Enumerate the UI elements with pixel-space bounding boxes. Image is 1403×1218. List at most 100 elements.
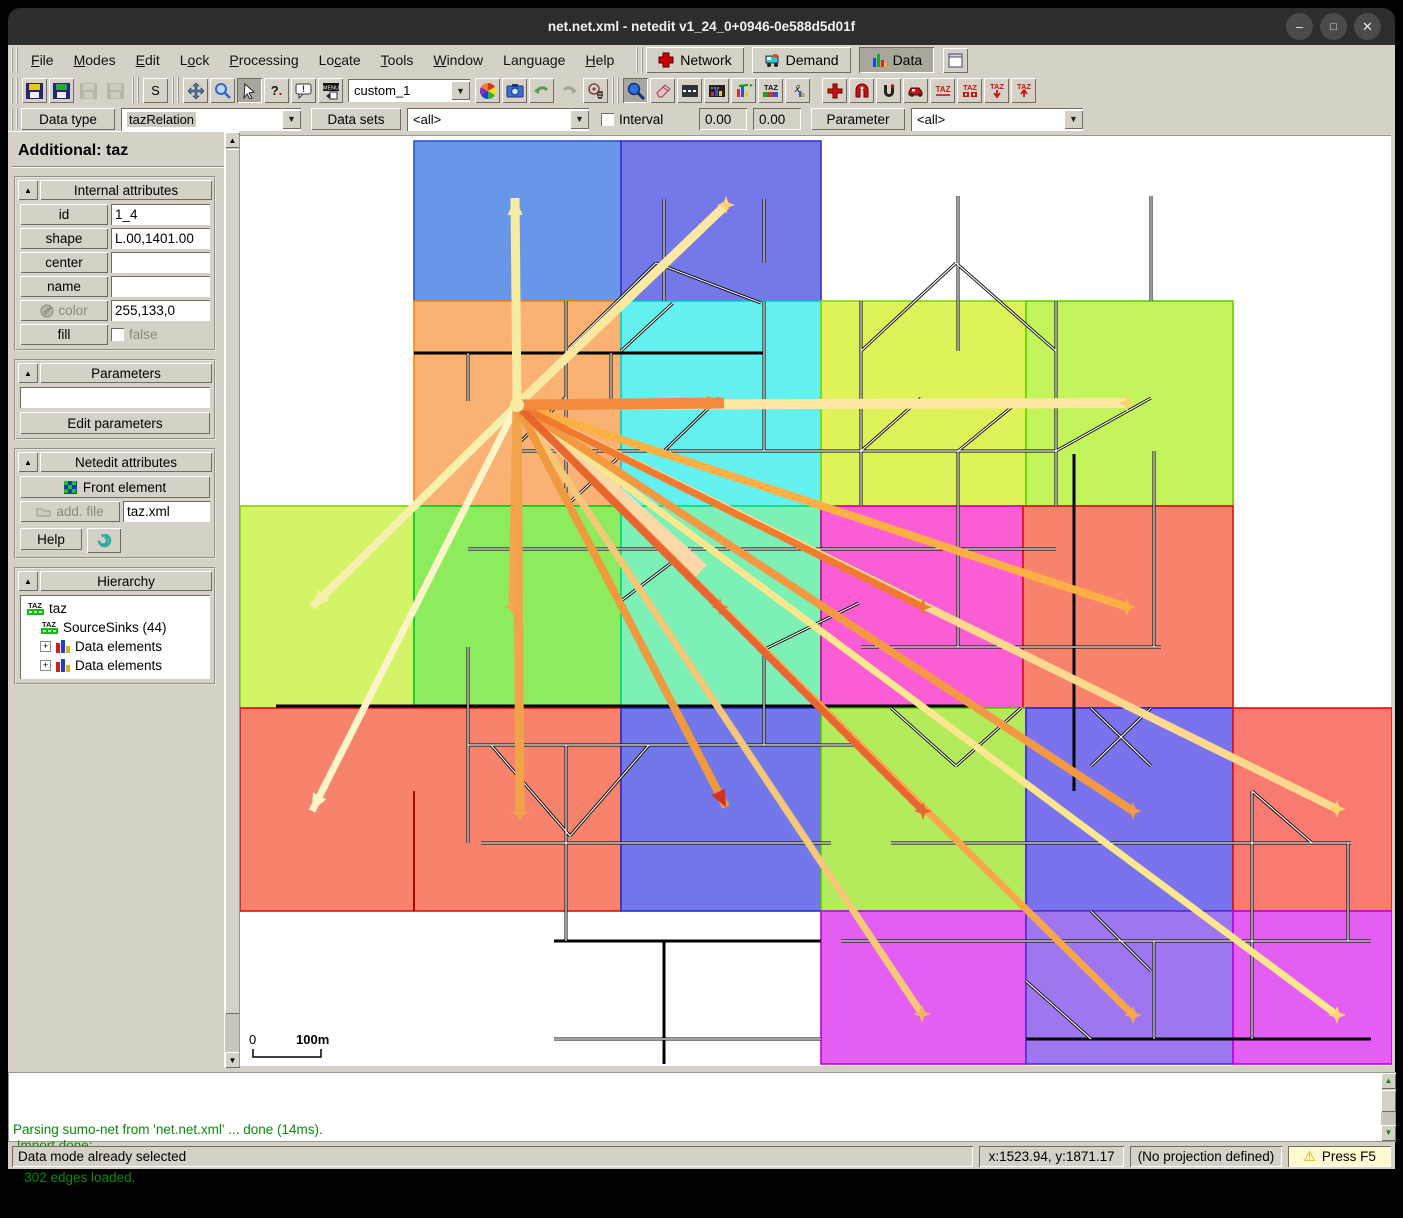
color-wheel-button[interactable] [475, 78, 500, 103]
taz-fill-shortcut-button[interactable]: TAZ [957, 78, 982, 103]
hierarchy-tree[interactable]: TAZtazTAZSourceSinks (44)+Data elements+… [20, 595, 210, 679]
interval-checkbox[interactable] [601, 113, 614, 126]
save-plain-xml-button[interactable] [49, 78, 74, 103]
save-network-button[interactable] [22, 78, 47, 103]
data-type-combobox[interactable]: tazRelation ▼ [121, 108, 301, 131]
maximize-button[interactable]: □ [1320, 13, 1347, 40]
edge-data-mode-button[interactable] [704, 78, 729, 103]
attribute-value-field[interactable] [111, 276, 210, 297]
attribute-label-center[interactable]: center [20, 252, 108, 273]
parameter-label-button[interactable]: Parameter [811, 108, 905, 130]
chevron-down-icon[interactable]: ▼ [1064, 110, 1083, 129]
taz-zone[interactable] [240, 708, 621, 911]
attribute-label-shape[interactable]: shape [20, 228, 108, 249]
cursor-mode-button[interactable] [237, 78, 262, 103]
color-scheme-combobox[interactable]: custom_1 ▼ [348, 79, 470, 102]
taz-zone[interactable] [1233, 708, 1392, 911]
menubar-drag-handle[interactable] [11, 47, 18, 73]
menu-item-window[interactable]: Window [423, 48, 493, 72]
attribute-value-field[interactable] [111, 252, 210, 273]
menu-item-locate[interactable]: Locate [309, 48, 371, 72]
hierarchy-item[interactable]: +Data elements [22, 656, 208, 675]
toolbar-drag-handle-3[interactable] [172, 77, 179, 104]
expander-icon[interactable]: + [40, 660, 51, 671]
taz-sink-shortcut-button[interactable]: TAZ [1011, 78, 1036, 103]
interval-toggle[interactable]: Interval [601, 112, 693, 127]
message-log[interactable]: ▲ ▼ Parsing sumo-net from 'net.net.xml' … [8, 1072, 1396, 1142]
help-question-button[interactable]: ?. [264, 78, 289, 103]
attribute-label-fill[interactable]: fill [20, 324, 108, 345]
sidebar-scrollbar[interactable]: ▲ ▼ [224, 132, 239, 1068]
attribute-value-field[interactable]: 1_4 [111, 204, 210, 225]
hierarchy-header[interactable]: Hierarchy [40, 571, 212, 591]
zoom-extent-button[interactable] [210, 78, 235, 103]
map-canvas[interactable]: 0100m [239, 135, 1391, 1066]
simulation-s-button[interactable]: S [143, 78, 168, 103]
data-sets-combobox[interactable]: <all> ▼ [407, 108, 589, 131]
supermode-drag-handle[interactable] [636, 47, 643, 73]
collapse-arrow-icon[interactable]: ▲ [18, 571, 38, 591]
toolbar-drag-handle-4[interactable] [612, 77, 619, 104]
menu-item-processing[interactable]: Processing [219, 48, 308, 72]
close-button[interactable]: ✕ [1354, 13, 1381, 40]
menu-item-language[interactable]: Language [493, 48, 575, 72]
collapse-arrow-icon[interactable]: ▲ [18, 363, 38, 383]
menu-item-lock[interactable]: Lock [170, 48, 220, 72]
taz-zone[interactable] [821, 911, 1026, 1064]
help-button[interactable]: Help [20, 528, 82, 550]
parameters-header[interactable]: Parameters [40, 363, 212, 383]
toolbar-drag-handle-1[interactable] [11, 77, 18, 104]
scroll-up-icon[interactable]: ▲ [225, 132, 240, 148]
junction-shortcut-button[interactable] [822, 78, 847, 103]
taz-relation-line[interactable] [515, 198, 517, 405]
stop-shortcut-button[interactable] [849, 78, 874, 103]
data-type-label-button[interactable]: Data type [21, 108, 115, 130]
menu-tooltip-button[interactable]: MENU [318, 78, 343, 103]
attribute-value-field[interactable]: 255,133,0 [111, 300, 210, 321]
taz-edit-shortcut-button[interactable]: TAZ [930, 78, 955, 103]
magnet-shortcut-button[interactable] [876, 78, 901, 103]
window-titlebar[interactable]: net.net.xml - netedit v1_24_0+0946-0e588… [8, 8, 1395, 45]
menu-item-file[interactable]: File [21, 48, 64, 72]
fill-checkbox[interactable] [111, 328, 124, 341]
minimize-button[interactable]: – [1286, 13, 1313, 40]
tooltip-bubble-button[interactable]: ! [291, 78, 316, 103]
hierarchy-item[interactable]: TAZtaz [22, 599, 208, 618]
log-scrollbar[interactable]: ▲ ▼ [1380, 1073, 1395, 1141]
chevron-down-icon[interactable]: ▼ [451, 81, 470, 100]
scroll-up-icon[interactable]: ▲ [1381, 1073, 1396, 1089]
new-window-button[interactable] [943, 48, 968, 73]
taz-source-shortcut-button[interactable]: TAZ [984, 78, 1009, 103]
edge-rel-data-mode-button[interactable] [731, 78, 756, 103]
supermode-demand-button[interactable]: Demand [752, 47, 851, 73]
additional-file-field[interactable]: taz.xml [123, 501, 210, 522]
undo-button[interactable] [529, 78, 554, 103]
taz-relation-line[interactable] [517, 403, 724, 405]
vehicle-shortcut-button[interactable] [903, 78, 928, 103]
hierarchy-item[interactable]: TAZSourceSinks (44) [22, 618, 208, 637]
menu-item-tools[interactable]: Tools [371, 48, 424, 72]
chevron-down-icon[interactable]: ▼ [282, 110, 301, 129]
mean-data-mode-button[interactable]: x̄ [785, 78, 810, 103]
scrollbar-thumb[interactable] [1381, 1090, 1396, 1112]
scroll-down-icon[interactable]: ▼ [1381, 1125, 1396, 1141]
parameters-field[interactable] [20, 387, 210, 408]
press-f5-button[interactable]: ⚠ Press F5 [1288, 1146, 1391, 1167]
taz-zone[interactable] [1026, 911, 1233, 1064]
supermode-network-button[interactable]: Network [646, 47, 743, 73]
scroll-down-icon[interactable]: ▼ [225, 1052, 240, 1068]
collapse-arrow-icon[interactable]: ▲ [18, 452, 38, 472]
taz-zone[interactable] [1233, 911, 1392, 1064]
chevron-down-icon[interactable]: ▼ [570, 110, 589, 129]
data-sets-label-button[interactable]: Data sets [311, 108, 401, 130]
toolbar-drag-handle-2[interactable] [132, 77, 139, 104]
netedit-attributes-header[interactable]: Netedit attributes [40, 452, 212, 472]
attribute-label-name[interactable]: name [20, 276, 108, 297]
expander-icon[interactable]: + [40, 641, 51, 652]
reset-button[interactable] [87, 528, 121, 553]
delete-mode-button[interactable] [650, 78, 675, 103]
move-view-button[interactable] [183, 78, 208, 103]
menu-item-edit[interactable]: Edit [126, 48, 170, 72]
screenshot-camera-button[interactable] [502, 78, 527, 103]
front-element-button[interactable]: Front element [20, 476, 210, 498]
